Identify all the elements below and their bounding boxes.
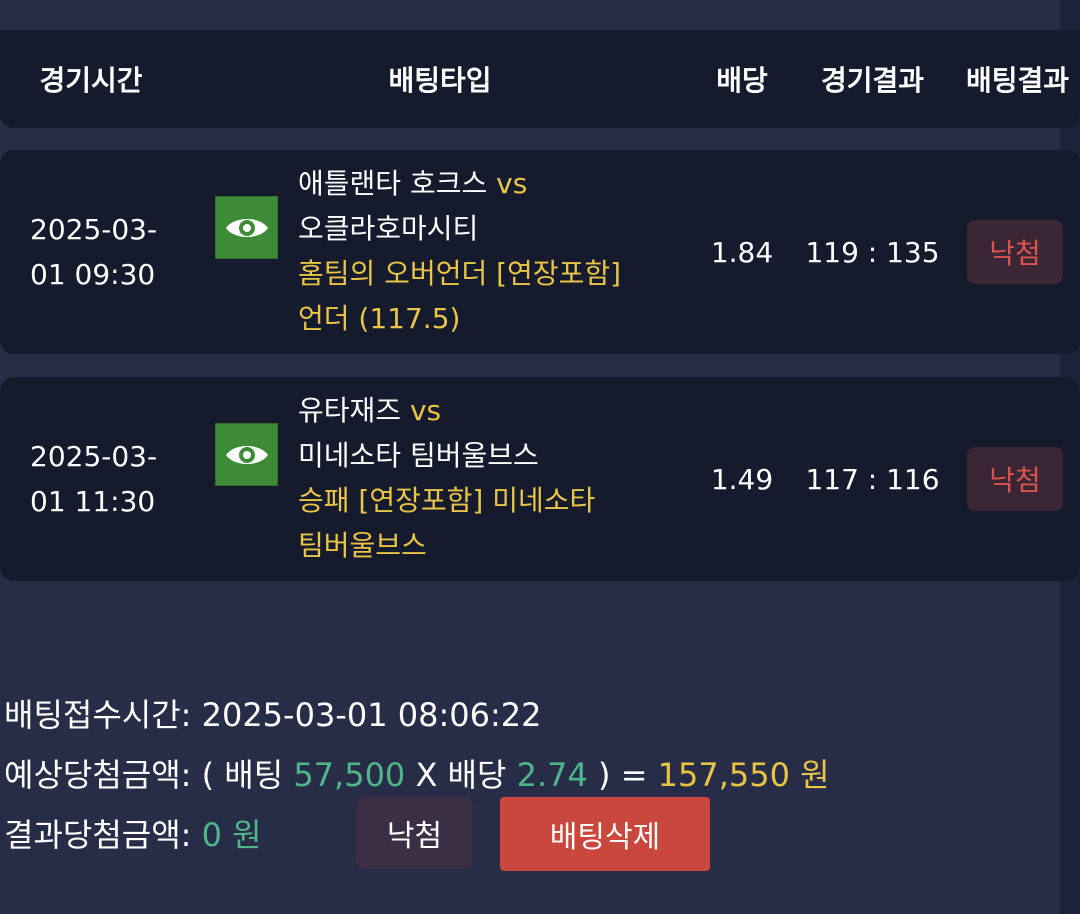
result-win-amount: 0 원	[201, 816, 262, 854]
bet-detail-page: 경기시간 배팅타입 배당 경기결과 배팅결과 2025-03- 01 09:30…	[0, 0, 1080, 914]
table-header: 경기시간 배팅타입 배당 경기결과 배팅결과	[0, 30, 1080, 128]
vs-label: vs	[409, 394, 442, 427]
match-date: 2025-03-	[30, 440, 158, 473]
multiply-sign: X	[415, 756, 438, 794]
away-team: 미네소타 팀버울브스	[298, 439, 539, 472]
bet-odds: 1.49	[710, 462, 774, 496]
result-win-label: 결과당첨금액:	[4, 816, 192, 854]
bet-pick: 팀버울브스	[298, 529, 427, 562]
bet-result-badge: 낙첨	[967, 447, 1063, 511]
bet-row: 2025-03- 01 09:30 애틀랜타 호크스 vs 오클라호마시티 홈팀…	[0, 150, 1080, 354]
away-team: 오클라호마시티	[298, 212, 479, 245]
match-clock: 01 11:30	[30, 485, 156, 518]
match-clock: 01 09:30	[30, 258, 156, 291]
bet-row: 2025-03- 01 11:30 유타재즈 vs 미네소타 팀버울브스 승패 …	[0, 377, 1080, 581]
bet-pick: 언더 (117.5)	[298, 302, 461, 335]
total-odds-label: 배당	[447, 756, 507, 794]
receipt-time-label: 배팅접수시간:	[4, 696, 192, 734]
bet-market: 승패 [연장포함] 미네소타	[298, 484, 596, 517]
home-team: 유타재즈	[298, 394, 402, 427]
eye-icon	[225, 218, 268, 237]
delete-bet-button[interactable]: 배팅삭제	[500, 797, 710, 871]
match-time: 2025-03- 01 09:30	[30, 150, 180, 354]
match-date: 2025-03-	[30, 213, 158, 246]
match-score: 117 : 116	[805, 462, 940, 496]
total-odds: 2.74	[516, 756, 588, 794]
header-odds: 배당	[716, 64, 768, 97]
header-bet-result: 배팅결과	[965, 64, 1070, 97]
home-team: 애틀랜타 호크스	[298, 167, 488, 200]
match-time: 2025-03- 01 11:30	[30, 377, 180, 581]
receipt-time-value: 2025-03-01 08:06:22	[201, 696, 542, 734]
expected-win-label: 예상당첨금액:	[4, 756, 192, 794]
bet-odds: 1.84	[710, 235, 774, 269]
match-score: 119 : 135	[805, 235, 940, 269]
view-match-button[interactable]	[215, 423, 278, 486]
vs-label: vs	[496, 167, 528, 200]
expected-win-line: 예상당첨금액: ( 배팅 57,500 X 배당 2.74 ) = 157,55…	[4, 750, 830, 796]
header-match-time: 경기시간	[39, 64, 143, 97]
header-bet-type: 배팅타입	[388, 64, 492, 97]
open-paren: (	[201, 756, 215, 794]
bet-market: 홈팀의 오버언더 [연장포함]	[298, 257, 622, 290]
equals-sign: =	[620, 756, 648, 794]
bet-type: 애틀랜타 호크스 vs 오클라호마시티 홈팀의 오버언더 [연장포함] 언더 (…	[298, 161, 658, 341]
eye-icon	[225, 445, 268, 464]
header-match-result: 경기결과	[820, 64, 925, 97]
close-paren: )	[598, 756, 611, 794]
bet-amount: 57,500	[293, 756, 406, 794]
bet-type: 유타재즈 vs 미네소타 팀버울브스 승패 [연장포함] 미네소타 팀버울브스	[298, 388, 658, 568]
bet-result-badge: 낙첨	[967, 220, 1063, 284]
expected-win-amount: 157,550 원	[657, 756, 830, 794]
receipt-time-line: 배팅접수시간: 2025-03-01 08:06:22	[4, 690, 541, 736]
result-win-line: 결과당첨금액: 0 원	[4, 810, 262, 856]
bet-amount-label: 배팅	[224, 756, 284, 794]
view-match-button[interactable]	[215, 196, 278, 259]
lost-status-button[interactable]: 낙첨	[356, 797, 473, 869]
